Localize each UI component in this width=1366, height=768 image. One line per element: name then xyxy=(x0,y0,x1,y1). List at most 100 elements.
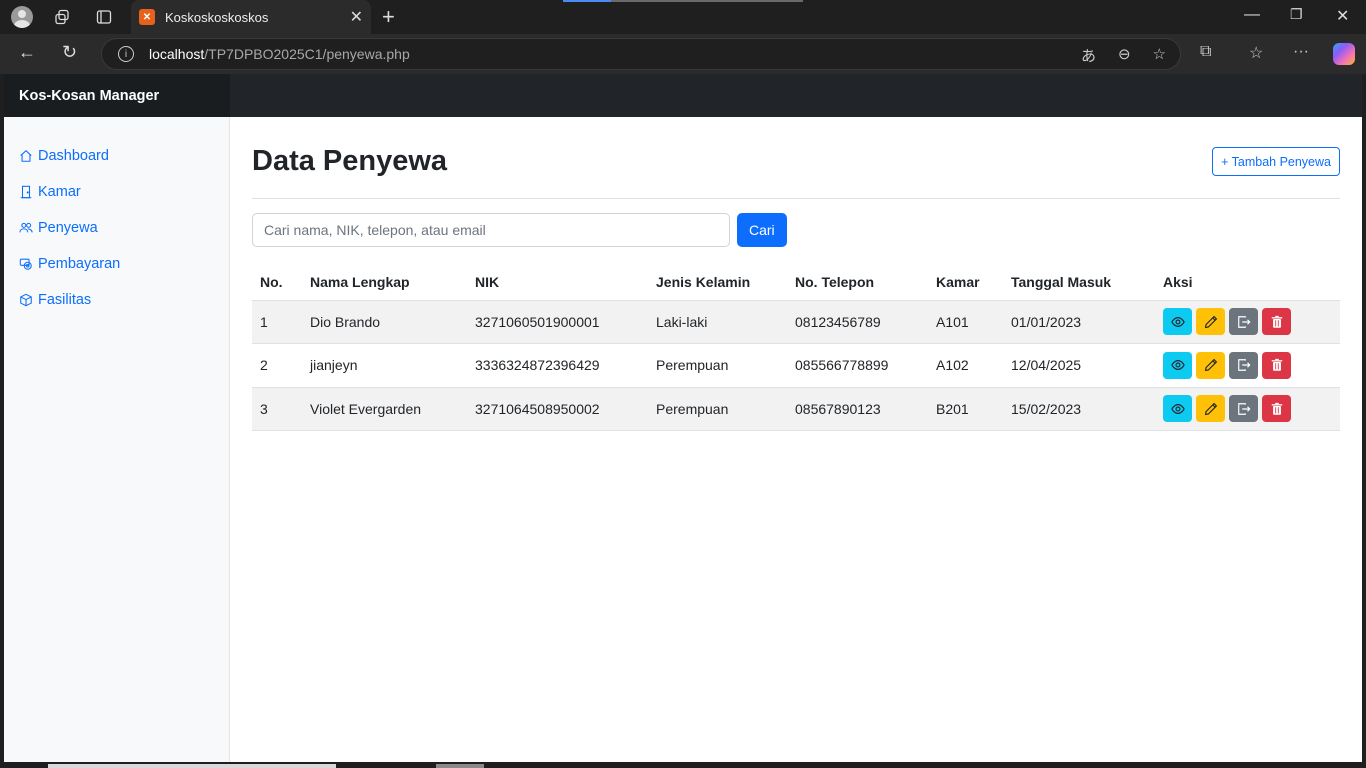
search-input[interactable] xyxy=(252,213,730,247)
tab-title: Koskoskoskoskos xyxy=(165,9,269,25)
edit-button[interactable] xyxy=(1196,308,1225,336)
table-cell: A102 xyxy=(928,343,1003,388)
eye-icon xyxy=(1170,315,1185,329)
checkout-button[interactable] xyxy=(1229,351,1258,379)
sidebar-item-dashboard[interactable]: Dashboard xyxy=(4,138,229,174)
view-button[interactable] xyxy=(1163,351,1192,379)
table-cell: 08123456789 xyxy=(787,300,928,344)
new-tab-icon[interactable]: + xyxy=(382,4,395,30)
edit-button[interactable] xyxy=(1196,351,1225,379)
favorite-star-icon[interactable]: ☆ xyxy=(1153,45,1166,66)
column-header: Nama Lengkap xyxy=(302,264,467,301)
column-header: Jenis Kelamin xyxy=(648,264,787,301)
window-close-icon[interactable]: ✕ xyxy=(1336,6,1349,26)
penyewa-table: No. Nama Lengkap NIK Jenis Kelamin No. T… xyxy=(252,264,1340,431)
trash-icon xyxy=(1270,315,1284,329)
extensions-icon[interactable]: ⧉ xyxy=(1200,43,1211,61)
view-button[interactable] xyxy=(1163,308,1192,336)
column-header: No. Telepon xyxy=(787,264,928,301)
search-button[interactable]: Cari xyxy=(737,213,787,247)
view-button[interactable] xyxy=(1163,395,1192,423)
cash-icon xyxy=(19,258,32,270)
add-penyewa-button[interactable]: + Tambah Penyewa xyxy=(1212,147,1340,176)
table-cell: A101 xyxy=(928,300,1003,344)
address-bar[interactable]: i localhost/TP7DPBO2025C1/penyewa.php あ … xyxy=(101,38,1181,70)
table-cell: jianjeyn xyxy=(302,343,467,388)
eye-icon xyxy=(1170,402,1185,416)
tab-actions-icon[interactable] xyxy=(92,5,116,29)
table-header-row: No. Nama Lengkap NIK Jenis Kelamin No. T… xyxy=(252,264,1340,301)
pencil-icon xyxy=(1204,402,1218,416)
minimize-icon[interactable]: — xyxy=(1244,6,1260,24)
tab-indicator-line xyxy=(563,0,803,2)
table-body: 1 Dio Brando 3271060501900001 Laki-laki 0812… xyxy=(252,300,1340,431)
delete-button[interactable] xyxy=(1262,351,1291,379)
browser-toolbar: ← ↻ i localhost/TP7DPBO2025C1/penyewa.ph… xyxy=(0,34,1366,74)
column-header: NIK xyxy=(467,264,648,301)
sidebar-item-label: Dashboard xyxy=(38,148,109,164)
table-cell: 3271064508950002 xyxy=(467,387,648,431)
restore-icon[interactable]: ❐ xyxy=(1290,6,1303,23)
read-aloud-icon[interactable]: あ xyxy=(1081,45,1096,66)
table-cell: Perempuan xyxy=(648,343,787,388)
more-options-icon[interactable]: ··· xyxy=(1293,43,1309,61)
edit-button[interactable] xyxy=(1196,395,1225,423)
sidebar: Dashboard Kamar Penyewa Pembayaran Fasil… xyxy=(4,117,230,762)
house-icon xyxy=(20,150,32,162)
table-row: 1 Dio Brando 3271060501900001 Laki-laki 0812… xyxy=(252,300,1340,344)
back-arrow-icon[interactable]: ← xyxy=(18,42,36,63)
sidebar-item-label: Pembayaran xyxy=(38,256,121,272)
box-arrow-right-icon xyxy=(1237,358,1251,372)
sidebar-item-penyewa[interactable]: Penyewa xyxy=(4,210,229,246)
column-header: Kamar xyxy=(928,264,1003,301)
sidebar-item-kamar[interactable]: Kamar xyxy=(4,174,229,210)
eye-icon xyxy=(1170,358,1185,372)
page-title: Data Penyewa xyxy=(252,145,448,177)
workspaces-icon[interactable] xyxy=(50,5,74,29)
brand-title[interactable]: Kos-Kosan Manager xyxy=(4,74,230,117)
people-icon xyxy=(19,222,33,233)
door-icon xyxy=(20,185,32,199)
table-cell: 01/01/2023 xyxy=(1003,300,1155,344)
column-header: No. xyxy=(252,264,302,301)
table-cell: 085566778899 xyxy=(787,343,928,388)
close-tab-icon[interactable]: ✕ xyxy=(350,7,363,27)
taskbar-strip xyxy=(0,762,1366,768)
delete-button[interactable] xyxy=(1262,395,1291,423)
checkout-button[interactable] xyxy=(1229,308,1258,336)
table-cell: 3336324872396429 xyxy=(467,343,648,388)
sidebar-item-label: Fasilitas xyxy=(38,292,92,308)
pencil-icon xyxy=(1204,358,1218,372)
table-cell: 3271060501900001 xyxy=(467,300,648,344)
favorites-icon[interactable]: ☆ xyxy=(1249,43,1263,63)
table-row: 3 Violet Evergarden 3271064508950002 Peremp… xyxy=(252,387,1340,431)
url-path: /TP7DPBO2025C1/penyewa.php xyxy=(204,46,410,62)
copilot-icon[interactable] xyxy=(1333,43,1355,65)
main-content: Data Penyewa + Tambah Penyewa Cari No. N… xyxy=(252,117,1340,431)
table-cell: 1 xyxy=(252,300,302,344)
browser-tab-bar: ✕ Koskoskoskoskos ✕ + — ❐ ✕ xyxy=(0,0,1366,34)
column-header: Tanggal Masuk xyxy=(1003,264,1155,301)
actions-cell xyxy=(1155,387,1340,431)
site-info-icon[interactable]: i xyxy=(118,46,134,62)
sidebar-item-label: Penyewa xyxy=(38,220,98,236)
table-row: 2 jianjeyn 3336324872396429 Perempuan 085566… xyxy=(252,343,1340,388)
box-arrow-right-icon xyxy=(1237,315,1251,329)
table-cell: Laki-laki xyxy=(648,300,787,344)
page-header: Data Penyewa + Tambah Penyewa xyxy=(252,117,1340,199)
table-cell: Violet Evergarden xyxy=(302,387,467,431)
table-cell: B201 xyxy=(928,387,1003,431)
browser-tab[interactable]: ✕ Koskoskoskoskos ✕ xyxy=(131,0,371,34)
table-cell: 2 xyxy=(252,343,302,388)
reload-icon[interactable]: ↻ xyxy=(62,42,77,63)
table-cell: 3 xyxy=(252,387,302,431)
pencil-icon xyxy=(1204,315,1218,329)
delete-button[interactable] xyxy=(1262,308,1291,336)
checkout-button[interactable] xyxy=(1229,395,1258,423)
table-cell: 08567890123 xyxy=(787,387,928,431)
zoom-out-icon[interactable]: ⊖ xyxy=(1118,45,1131,66)
box-arrow-right-icon xyxy=(1237,402,1251,416)
sidebar-item-fasilitas[interactable]: Fasilitas xyxy=(4,282,229,318)
profile-avatar-icon[interactable] xyxy=(10,5,34,29)
sidebar-item-pembayaran[interactable]: Pembayaran xyxy=(4,246,229,282)
